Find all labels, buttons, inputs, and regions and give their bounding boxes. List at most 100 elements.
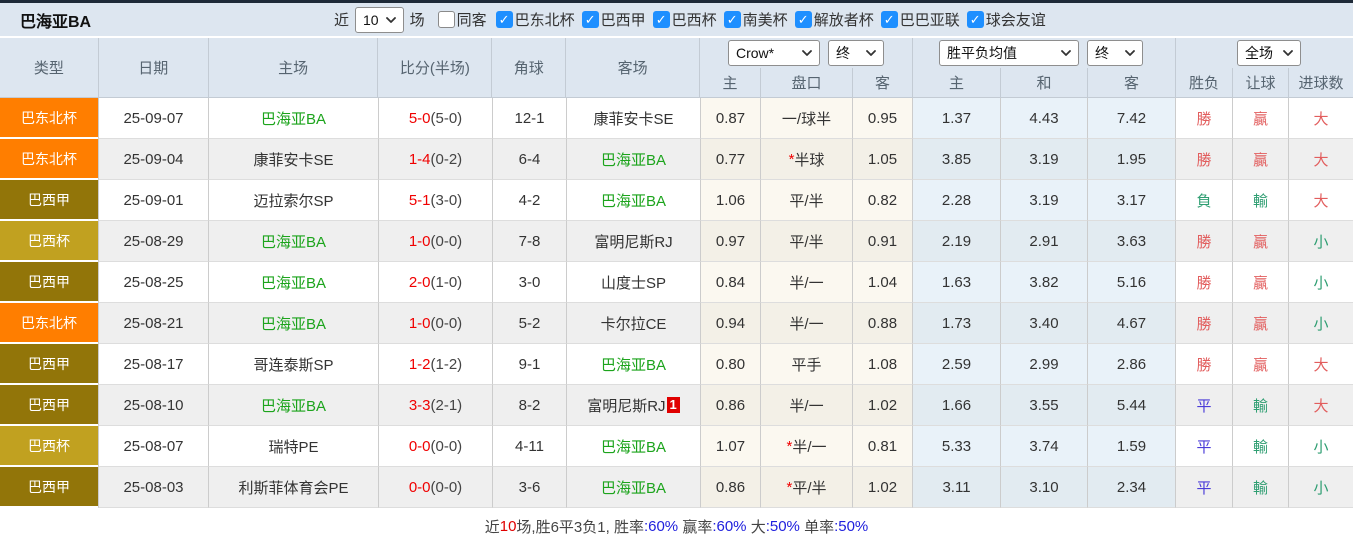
league-type-badge[interactable]: 巴东北杯 <box>0 139 98 180</box>
league-type-badge[interactable]: 巴西甲 <box>0 180 98 221</box>
summary-text: :50% <box>834 518 868 535</box>
odds-stage-select-2[interactable]: 终 <box>1087 40 1143 66</box>
league-type-badge[interactable]: 巴西甲 <box>0 262 98 303</box>
result-goals: 大 <box>1288 344 1353 385</box>
summary-text: 单率 <box>800 516 834 537</box>
league-checkbox[interactable]: ✓球会友谊 <box>967 9 1046 30</box>
result-handicap: 輸 <box>1232 385 1288 426</box>
score-cell: 2-0(1-0) <box>378 262 492 303</box>
red-card-badge: 1 <box>667 397 680 413</box>
handicap-text: 平/半 <box>792 477 826 498</box>
home-team[interactable]: 巴海亚BA <box>208 262 378 303</box>
league-type-badge[interactable]: 巴东北杯 <box>0 303 98 344</box>
away-team[interactable]: 巴海亚BA <box>566 344 700 385</box>
away-team[interactable]: 巴海亚BA <box>566 426 700 467</box>
home-team[interactable]: 巴海亚BA <box>208 98 378 139</box>
match-history-panel: 巴海亚BA 近 10 场 ✓ 同客 ✓巴东北杯✓巴西甲✓巴西杯✓南美杯✓解放者杯… <box>0 0 1353 545</box>
halftime-score: (3-0) <box>431 192 463 209</box>
result-handicap: 贏 <box>1232 303 1288 344</box>
league-type-badge[interactable]: 巴西杯 <box>0 221 98 262</box>
checkbox-icon: ✓ <box>967 11 984 28</box>
league-type-badge[interactable]: 巴西甲 <box>0 385 98 426</box>
league-checkbox[interactable]: ✓巴西杯 <box>653 9 717 30</box>
match-date: 25-08-17 <box>98 344 208 385</box>
away-team[interactable]: 巴海亚BA <box>566 139 700 180</box>
league-type-badge[interactable]: 巴东北杯 <box>0 98 98 139</box>
league-checkbox-label: 巴巴亚联 <box>900 9 960 30</box>
home-team[interactable]: 哥连泰斯SP <box>208 344 378 385</box>
avg-odds-lose: 2.34 <box>1087 467 1175 508</box>
avg-odds-draw: 3.19 <box>1000 180 1087 221</box>
home-team-name: 巴海亚BA <box>261 395 326 416</box>
home-team-name: 巴海亚BA <box>261 231 326 252</box>
home-team[interactable]: 巴海亚BA <box>208 221 378 262</box>
avg-odds-lose: 1.95 <box>1087 139 1175 180</box>
league-checkbox[interactable]: ✓解放者杯 <box>795 9 874 30</box>
match-scope-select[interactable]: 全场 <box>1237 40 1301 66</box>
away-team[interactable]: 富明尼斯RJ 1 <box>566 385 700 426</box>
avg-type-select[interactable]: 胜平负均值 <box>939 40 1079 66</box>
away-team[interactable]: 山度士SP <box>566 262 700 303</box>
recent-label: 近 <box>334 9 349 30</box>
league-checkbox[interactable]: ✓巴东北杯 <box>496 9 575 30</box>
handicap-text: 半/一 <box>792 436 826 457</box>
home-team[interactable]: 迈拉索尔SP <box>208 180 378 221</box>
chevron-down-icon <box>802 50 812 56</box>
home-team[interactable]: 巴海亚BA <box>208 385 378 426</box>
same-venue-checkbox[interactable]: ✓ 同客 <box>438 9 487 30</box>
subheader-odds-home: 主 <box>700 68 760 98</box>
corner-score: 3-0 <box>492 262 566 303</box>
away-team[interactable]: 富明尼斯RJ <box>566 221 700 262</box>
league-filters: ✓巴东北杯✓巴西甲✓巴西杯✓南美杯✓解放者杯✓巴巴亚联✓球会友谊 <box>489 9 1046 30</box>
summary-text: 场,胜6平3负1, 胜率 <box>516 516 644 537</box>
away-team-name: 富明尼斯RJ <box>587 395 665 416</box>
result-win-draw-lose: 平 <box>1175 467 1232 508</box>
odds-stage-select-1[interactable]: 终 <box>828 40 884 66</box>
league-checkbox[interactable]: ✓南美杯 <box>724 9 788 30</box>
table-row: 巴西甲 25-08-03 利斯菲体育会PE 0-0(0-0) 3-6 巴海亚BA… <box>0 467 1353 508</box>
handicap-odds-away: 1.05 <box>852 139 912 180</box>
handicap-line: 半/一 <box>760 262 852 303</box>
league-type-badge[interactable]: 巴西甲 <box>0 344 98 385</box>
avg-odds-lose: 5.16 <box>1087 262 1175 303</box>
checkbox-icon: ✓ <box>582 11 599 28</box>
match-date: 25-09-07 <box>98 98 208 139</box>
summary-text: :50% <box>766 518 800 535</box>
col-header-corner: 角球 <box>491 38 565 97</box>
handicap-odds-home: 0.80 <box>700 344 760 385</box>
away-team-name: 富明尼斯RJ <box>594 231 672 252</box>
away-team[interactable]: 巴海亚BA <box>566 467 700 508</box>
odds-company-select[interactable]: Crow* <box>728 40 820 66</box>
halftime-score: (1-2) <box>431 356 463 373</box>
handicap-odds-away: 0.81 <box>852 426 912 467</box>
avg-odds-draw: 3.55 <box>1000 385 1087 426</box>
avg-odds-lose: 7.42 <box>1087 98 1175 139</box>
league-checkbox[interactable]: ✓巴巴亚联 <box>881 9 960 30</box>
summary-text: 10 <box>500 518 517 535</box>
away-team[interactable]: 巴海亚BA <box>566 180 700 221</box>
home-team[interactable]: 利斯菲体育会PE <box>208 467 378 508</box>
home-team[interactable]: 巴海亚BA <box>208 303 378 344</box>
home-team-name: 利斯菲体育会PE <box>238 477 348 498</box>
avg-odds-draw: 4.43 <box>1000 98 1087 139</box>
league-type-badge[interactable]: 巴西杯 <box>0 426 98 467</box>
avg-odds-win: 1.37 <box>912 98 1000 139</box>
corner-score: 12-1 <box>492 98 566 139</box>
league-type-badge[interactable]: 巴西甲 <box>0 467 98 508</box>
result-win-draw-lose: 勝 <box>1175 139 1232 180</box>
away-team[interactable]: 康菲安卡SE <box>566 98 700 139</box>
away-team-name: 巴海亚BA <box>601 354 666 375</box>
page-title: 巴海亚BA <box>0 8 330 32</box>
corner-score: 9-1 <box>492 344 566 385</box>
league-checkbox[interactable]: ✓巴西甲 <box>582 9 646 30</box>
home-team-name: 迈拉索尔SP <box>253 190 333 211</box>
recent-count-select[interactable]: 10 <box>355 7 404 33</box>
home-team[interactable]: 瑞特PE <box>208 426 378 467</box>
subheader-avg-draw: 和 <box>1000 68 1087 98</box>
match-date: 25-08-25 <box>98 262 208 303</box>
chevron-down-icon <box>1125 50 1135 56</box>
home-team[interactable]: 康菲安卡SE <box>208 139 378 180</box>
away-team-name: 康菲安卡SE <box>593 108 673 129</box>
league-checkbox-label: 巴西甲 <box>601 9 646 30</box>
away-team[interactable]: 卡尔拉CE <box>566 303 700 344</box>
